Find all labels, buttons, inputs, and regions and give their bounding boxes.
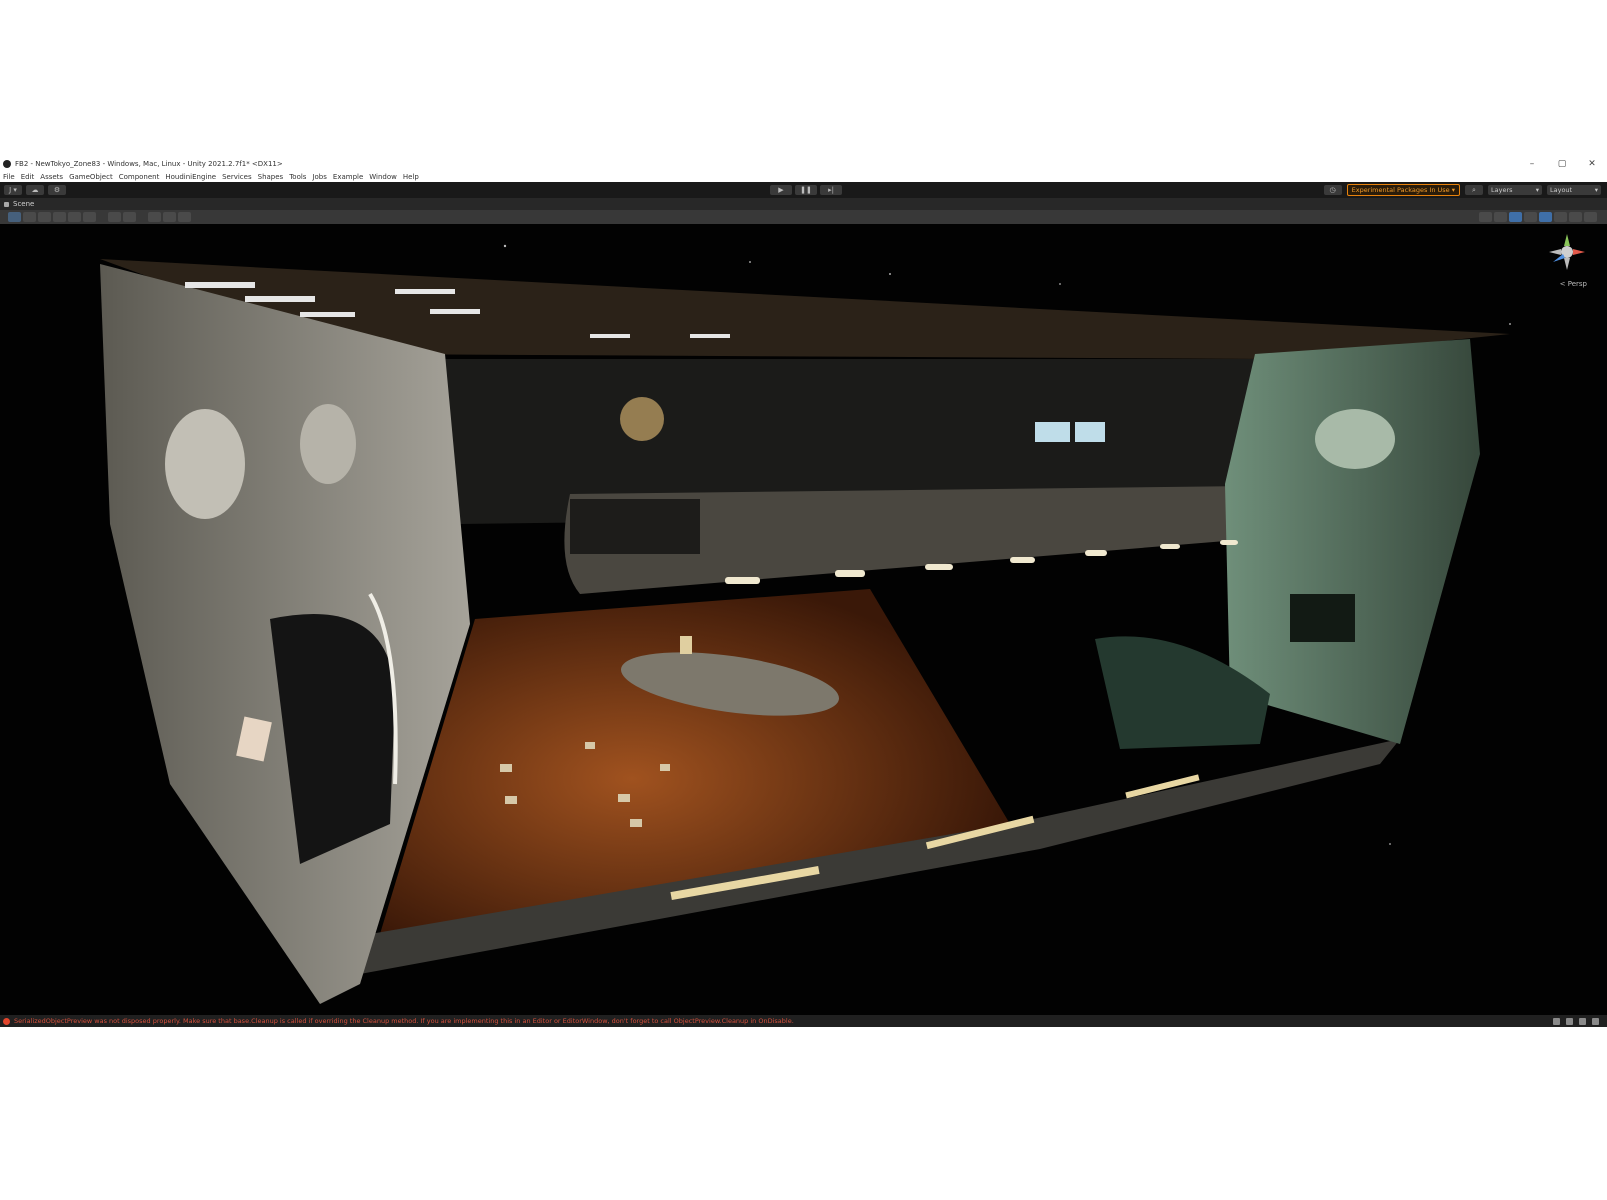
close-button[interactable]: ✕ bbox=[1577, 159, 1607, 169]
unity-editor-window: FB2 - NewTokyo_Zone83 - Windows, Mac, Li… bbox=[0, 157, 1607, 1037]
settings-icon[interactable]: ⚙ bbox=[48, 185, 66, 195]
axis-gizmo-icon bbox=[1549, 234, 1585, 270]
layers-label: Layers bbox=[1491, 186, 1513, 194]
title-bar: FB2 - NewTokyo_Zone83 - Windows, Mac, Li… bbox=[0, 157, 1607, 171]
menu-file[interactable]: File bbox=[3, 173, 15, 181]
menu-component[interactable]: Component bbox=[119, 173, 160, 181]
bake-icon[interactable] bbox=[1553, 1017, 1560, 1025]
view-tool-icon[interactable] bbox=[8, 212, 21, 222]
orientation-gizmo[interactable] bbox=[1547, 232, 1587, 272]
window-controls: – ▢ ✕ bbox=[1517, 159, 1607, 169]
scene-toolbar bbox=[0, 210, 1607, 224]
window-title: FB2 - NewTokyo_Zone83 - Windows, Mac, Li… bbox=[15, 160, 283, 168]
rotate-tool-icon[interactable] bbox=[38, 212, 51, 222]
scale-tool-icon[interactable] bbox=[53, 212, 66, 222]
cloud-icon[interactable]: ☁ bbox=[26, 185, 44, 195]
menu-help[interactable]: Help bbox=[403, 173, 419, 181]
scene-render bbox=[100, 244, 1511, 1004]
main-toolbar: J ▾ ☁ ⚙ ▶ ❚❚ ▸| ◷ Experimental Packages … bbox=[0, 182, 1607, 198]
projection-label[interactable]: < Persp bbox=[1560, 280, 1587, 288]
history-icon[interactable]: ◷ bbox=[1323, 185, 1342, 195]
menu-gameobject[interactable]: GameObject bbox=[69, 173, 113, 181]
step-button[interactable]: ▸| bbox=[820, 185, 842, 195]
console-message[interactable]: SerializedObjectPreview was not disposed… bbox=[14, 1017, 1553, 1025]
cache-icon[interactable] bbox=[1566, 1017, 1573, 1025]
pivot-toggle-icon[interactable] bbox=[108, 212, 121, 222]
snap-increment-icon[interactable] bbox=[163, 212, 176, 222]
menu-tools[interactable]: Tools bbox=[289, 173, 306, 181]
effects-toggle-icon[interactable] bbox=[1539, 212, 1552, 222]
menu-window[interactable]: Window bbox=[369, 173, 397, 181]
chevron-down-icon: ▾ bbox=[1594, 186, 1598, 194]
scene-tab-label: Scene bbox=[13, 200, 35, 208]
layout-dropdown[interactable]: Layout ▾ bbox=[1547, 185, 1601, 195]
hidden-objects-icon[interactable] bbox=[1554, 212, 1567, 222]
audio-toggle-icon[interactable] bbox=[1524, 212, 1537, 222]
menu-assets[interactable]: Assets bbox=[40, 173, 63, 181]
menu-houdiniengine[interactable]: HoudiniEngine bbox=[165, 173, 216, 181]
scene-tab[interactable]: Scene bbox=[0, 198, 1607, 210]
move-tool-icon[interactable] bbox=[23, 212, 36, 222]
unity-logo-icon bbox=[3, 160, 11, 168]
play-button[interactable]: ▶ bbox=[770, 185, 792, 195]
transform-tool-icon[interactable] bbox=[83, 212, 96, 222]
gizmos-toggle-icon[interactable] bbox=[1584, 212, 1597, 222]
error-icon bbox=[3, 1017, 10, 1025]
search-icon[interactable]: ⌕ bbox=[1465, 185, 1483, 195]
global-toggle-icon[interactable] bbox=[123, 212, 136, 222]
snap-settings-icon[interactable] bbox=[178, 212, 191, 222]
camera-settings-icon[interactable] bbox=[1569, 212, 1582, 222]
2d-toggle-icon[interactable] bbox=[1494, 212, 1507, 222]
menu-bar: File Edit Assets GameObject Component Ho… bbox=[0, 171, 1607, 182]
menu-jobs[interactable]: Jobs bbox=[312, 173, 326, 181]
layout-label: Layout bbox=[1550, 186, 1573, 194]
menu-services[interactable]: Services bbox=[222, 173, 252, 181]
maximize-button[interactable]: ▢ bbox=[1547, 159, 1577, 169]
menu-example[interactable]: Example bbox=[333, 173, 363, 181]
draw-mode-icon[interactable] bbox=[1479, 212, 1492, 222]
rect-tool-icon[interactable] bbox=[68, 212, 81, 222]
layers-dropdown[interactable]: Layers ▾ bbox=[1488, 185, 1542, 195]
minimize-button[interactable]: – bbox=[1517, 159, 1547, 169]
debug-icon[interactable] bbox=[1579, 1017, 1586, 1025]
pause-button[interactable]: ❚❚ bbox=[795, 185, 817, 195]
chevron-down-icon: ▾ bbox=[1535, 186, 1539, 194]
account-dropdown[interactable]: J ▾ bbox=[4, 185, 22, 195]
lighting-toggle-icon[interactable] bbox=[1509, 212, 1522, 222]
scene-icon bbox=[4, 201, 9, 207]
experimental-packages-badge[interactable]: Experimental Packages In Use ▾ bbox=[1346, 184, 1460, 196]
status-bar[interactable]: SerializedObjectPreview was not disposed… bbox=[0, 1015, 1607, 1027]
menu-shapes[interactable]: Shapes bbox=[258, 173, 284, 181]
grid-snap-icon[interactable] bbox=[148, 212, 161, 222]
progress-icon[interactable] bbox=[1592, 1017, 1599, 1025]
scene-viewport[interactable]: < Persp bbox=[0, 224, 1607, 1015]
menu-edit[interactable]: Edit bbox=[21, 173, 35, 181]
